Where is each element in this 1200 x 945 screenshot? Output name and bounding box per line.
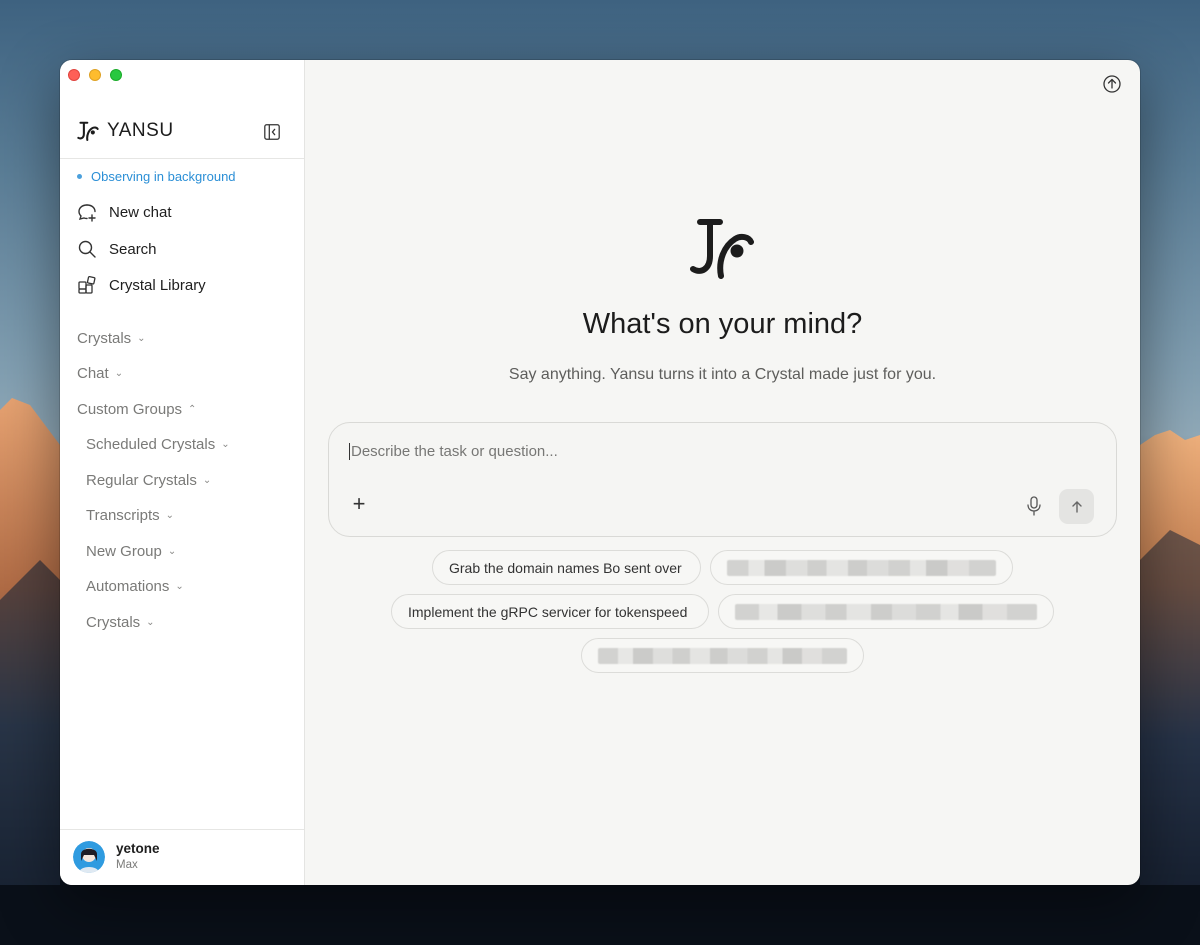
main-panel: What's on your mind? Say anything. Yansu…: [305, 60, 1140, 885]
observing-status-label: Observing in background: [91, 169, 236, 184]
minimize-window-button[interactable]: [89, 69, 101, 81]
user-name: yetone: [116, 841, 160, 856]
prompt-input[interactable]: [349, 443, 1049, 460]
app-window: YANSU Observing in background New chat S…: [60, 60, 1140, 885]
chevron-down-icon: ⌄: [221, 439, 230, 450]
close-window-button[interactable]: [68, 69, 80, 81]
subgroup-automations[interactable]: Automations ⌄: [86, 576, 184, 596]
subgroup-label: New Group: [86, 542, 162, 560]
observing-status: Observing in background: [77, 169, 236, 184]
nav-new-chat-label: New chat: [109, 203, 172, 221]
subgroup-new-group[interactable]: New Group ⌄: [86, 541, 176, 561]
yansu-hero-logo-icon: [690, 219, 754, 279]
group-custom-groups[interactable]: Custom Groups ⌃: [77, 399, 196, 419]
chevron-down-icon: ⌄: [165, 510, 175, 521]
suggestion-chip[interactable]: Implement the gRPC servicer for tokenspe…: [391, 594, 709, 629]
nav-crystal-library-label: Crystal Library: [109, 276, 206, 294]
subgroup-crystals[interactable]: Crystals ⌄: [86, 612, 155, 632]
group-custom-groups-label: Custom Groups: [77, 400, 183, 418]
sidebar-divider: [60, 158, 304, 159]
nav-new-chat[interactable]: New chat: [77, 200, 172, 224]
avatar: [73, 841, 105, 873]
page-title: What's on your mind?: [582, 308, 863, 340]
group-chat[interactable]: Chat ⌄: [77, 363, 123, 383]
chevron-down-icon: ⌄: [146, 617, 155, 628]
suggestion-chip-redacted[interactable]: [710, 550, 1013, 585]
chevron-down-icon: ⌄: [137, 333, 146, 344]
subgroup-scheduled-crystals[interactable]: Scheduled Crystals ⌄: [86, 434, 230, 454]
chevron-up-icon: ⌃: [188, 404, 197, 415]
nav-search-label: Search: [109, 240, 157, 258]
zoom-window-button[interactable]: [110, 69, 122, 81]
chevron-down-icon: ⌄: [114, 368, 124, 379]
nav-crystal-library[interactable]: Crystal Library: [77, 273, 206, 297]
brand-name: YANSU: [107, 120, 174, 141]
subgroup-label: Transcripts: [86, 506, 160, 524]
chevron-down-icon: ⌄: [167, 546, 177, 557]
redacted-text: [598, 647, 847, 664]
send-button[interactable]: [1059, 489, 1094, 524]
nav-search[interactable]: Search: [77, 237, 157, 261]
status-dot: [77, 174, 82, 179]
arrow-up-icon: [1071, 500, 1082, 513]
group-crystals-label: Crystals: [77, 329, 132, 347]
suggestion-chip-label: Grab the domain names Bo sent over: [449, 559, 682, 576]
subgroup-label: Crystals: [86, 613, 141, 631]
upload-icon[interactable]: [1102, 74, 1122, 94]
suggestion-chip-redacted[interactable]: [718, 594, 1054, 629]
new-chat-icon: [78, 204, 96, 222]
subgroup-label: Scheduled Crystals: [86, 435, 216, 453]
window-controls: [68, 69, 122, 81]
group-chat-label: Chat: [77, 364, 109, 382]
brand: YANSU: [77, 120, 174, 142]
page-subtitle: Say anything. Yansu turns it into a Crys…: [508, 366, 937, 383]
user-profile[interactable]: yetone Max: [73, 840, 160, 874]
group-crystals[interactable]: Crystals ⌄: [77, 328, 146, 348]
library-icon: [78, 275, 96, 294]
subgroup-regular-crystals[interactable]: Regular Crystals ⌄: [86, 470, 211, 490]
sidebar-toggle-icon[interactable]: [263, 123, 281, 141]
sidebar: YANSU Observing in background New chat S…: [60, 60, 305, 885]
user-plan: Max: [116, 859, 138, 871]
add-attachment-button[interactable]: +: [349, 493, 369, 515]
yansu-logo-icon: [77, 121, 99, 141]
microphone-icon[interactable]: [1024, 495, 1044, 517]
suggestion-chip-redacted[interactable]: [581, 638, 864, 673]
composer: +: [328, 422, 1117, 537]
chevron-down-icon: ⌄: [202, 475, 212, 486]
subgroup-label: Regular Crystals: [86, 471, 197, 489]
suggestion-chip[interactable]: Grab the domain names Bo sent over: [432, 550, 701, 585]
redacted-text: [727, 559, 996, 576]
suggestion-chip-label: Implement the gRPC servicer for tokenspe…: [408, 603, 688, 620]
chevron-down-icon: ⌄: [175, 581, 184, 592]
user-divider: [60, 829, 304, 830]
subgroup-label: Automations: [86, 577, 170, 595]
search-icon: [78, 240, 96, 258]
redacted-text: [735, 603, 1037, 620]
subgroup-transcripts[interactable]: Transcripts ⌄: [86, 505, 174, 525]
